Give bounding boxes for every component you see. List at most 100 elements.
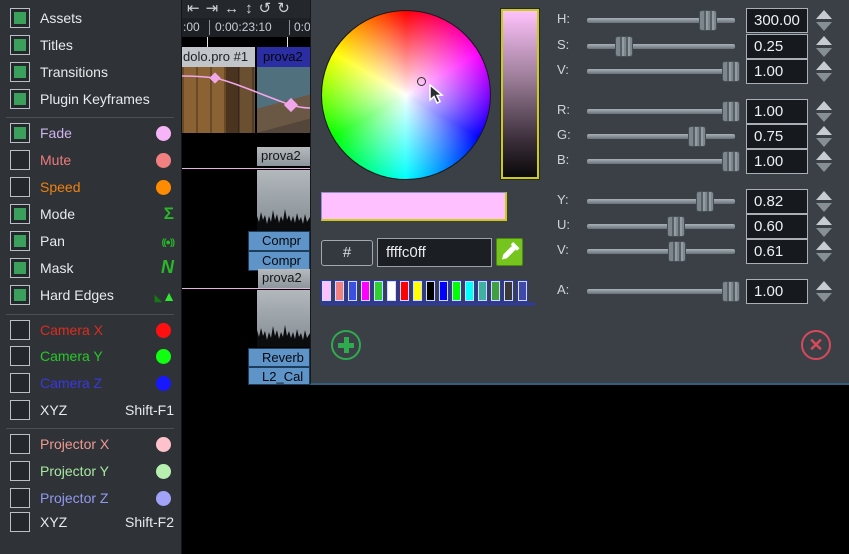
red-slider[interactable] [586,108,736,115]
saturation-spinner[interactable] [815,35,833,58]
spin-down-icon[interactable] [816,48,832,57]
menu-item-fade[interactable]: Fade [0,122,182,146]
plugin-bar[interactable]: Compr [248,251,310,271]
menu-item-pan[interactable]: Pan ((●)) [0,230,182,254]
camera-z-checkbox[interactable] [10,373,30,393]
green-slider[interactable] [586,133,736,140]
saturation-slider-handle[interactable] [615,36,633,57]
fade-curve[interactable] [182,47,310,137]
v-value[interactable]: 0.61 [746,239,808,264]
value-slider[interactable] [586,68,736,75]
menu-item-mode[interactable]: Mode Σ [0,203,182,227]
alpha-slider-handle[interactable] [722,281,740,302]
value-spinner[interactable] [815,60,833,83]
camera-y-checkbox[interactable] [10,346,30,366]
green-spinner[interactable] [815,125,833,148]
value-slider-handle[interactable] [722,61,740,82]
spin-down-icon[interactable] [816,163,832,172]
titles-checkbox[interactable] [10,35,30,55]
spin-down-icon[interactable] [816,203,832,212]
spin-down-icon[interactable] [816,22,832,31]
menu-item-assets[interactable]: Assets [0,7,182,31]
menu-item-projector-z[interactable]: Projector Z [0,487,182,511]
audio-clip-title[interactable]: prova2 [258,269,310,288]
red-spinner[interactable] [815,100,833,123]
luma-slider-handle[interactable] [696,191,714,212]
spin-up-icon[interactable] [816,10,832,19]
menu-item-transitions[interactable]: Transitions [0,61,182,85]
next-edit-icon[interactable]: ⇥ [206,0,219,17]
fade-keyframe[interactable] [209,72,220,83]
spin-up-icon[interactable] [816,126,832,135]
menu-item-speed[interactable]: Speed [0,176,182,200]
luma-spinner[interactable] [815,190,833,213]
prev-edit-icon[interactable]: ⇤ [187,0,200,17]
fit-autos-icon[interactable]: ↕ [245,0,253,17]
spin-up-icon[interactable] [816,191,832,200]
audio-waveform-area[interactable] [257,170,310,231]
luma-value[interactable]: 0.82 [746,189,808,214]
alpha-value[interactable]: 1.00 [746,279,808,304]
spin-down-icon[interactable] [816,138,832,147]
menu-item-mask[interactable]: Mask N [0,257,182,281]
saturation-slider[interactable] [586,43,736,50]
alpha-spinner[interactable] [815,280,833,303]
luma-slider[interactable] [586,198,736,205]
spin-up-icon[interactable] [816,241,832,250]
menu-item-camera-y[interactable]: Camera Y [0,345,182,369]
fade-checkbox[interactable] [10,123,30,143]
menu-item-mute[interactable]: Mute [0,149,182,173]
alpha-slider[interactable] [586,288,736,295]
hue-slider[interactable] [586,17,736,24]
v-spinner[interactable] [815,240,833,263]
undo-icon[interactable]: ↺ [259,0,272,17]
v-slider-handle[interactable] [668,241,686,262]
menu-item-projector-xyz[interactable]: XYZ Shift-F2 [0,511,182,535]
spin-up-icon[interactable] [816,61,832,70]
spin-down-icon[interactable] [816,73,832,82]
u-spinner[interactable] [815,215,833,238]
transitions-checkbox[interactable] [10,62,30,82]
spin-down-icon[interactable] [816,113,832,122]
spin-down-icon[interactable] [816,253,832,262]
speed-checkbox[interactable] [10,177,30,197]
spin-up-icon[interactable] [816,36,832,45]
u-slider-handle[interactable] [667,216,685,237]
hue-spinner[interactable] [815,9,833,32]
spin-up-icon[interactable] [816,151,832,160]
red-value[interactable]: 1.00 [746,99,808,124]
v-slider[interactable] [586,248,736,255]
cancel-button[interactable]: ✕ [801,330,831,360]
redo-icon[interactable]: ↻ [277,0,290,17]
plugin-bar[interactable]: Reverb [248,348,310,367]
value-value[interactable]: 1.00 [746,59,808,84]
u-value[interactable]: 0.60 [746,214,808,239]
fit-selection-icon[interactable]: ↔ [224,0,239,17]
pan-checkbox[interactable] [10,231,30,251]
plugin-keyframes-checkbox[interactable] [10,89,30,109]
assets-checkbox[interactable] [10,8,30,28]
hue-value[interactable]: 300.00 [746,8,808,33]
menu-item-plugin-keyframes[interactable]: Plugin Keyframes [0,88,182,112]
camera-x-checkbox[interactable] [10,320,30,340]
audio-waveform-area[interactable] [257,290,310,347]
mask-checkbox[interactable] [10,258,30,278]
spin-down-icon[interactable] [816,228,832,237]
menu-item-camera-xyz[interactable]: XYZ Shift-F1 [0,399,182,423]
menu-item-camera-z[interactable]: Camera Z [0,372,182,396]
red-slider-handle[interactable] [722,101,740,122]
projector-z-checkbox[interactable] [10,488,30,508]
ok-button[interactable] [331,330,361,360]
blue-slider[interactable] [586,158,736,165]
spin-up-icon[interactable] [816,101,832,110]
camera-xyz-checkbox[interactable] [10,400,30,420]
saturation-value[interactable]: 0.25 [746,34,808,59]
spin-up-icon[interactable] [816,281,832,290]
projector-xyz-checkbox[interactable] [10,512,30,532]
menu-item-hard-edges[interactable]: Hard Edges ◣▲ [0,284,182,308]
mode-checkbox[interactable] [10,204,30,224]
plugin-bar[interactable]: L2_Cal [248,367,310,385]
menu-item-projector-y[interactable]: Projector Y [0,460,182,484]
projector-y-checkbox[interactable] [10,461,30,481]
blue-value[interactable]: 1.00 [746,149,808,174]
